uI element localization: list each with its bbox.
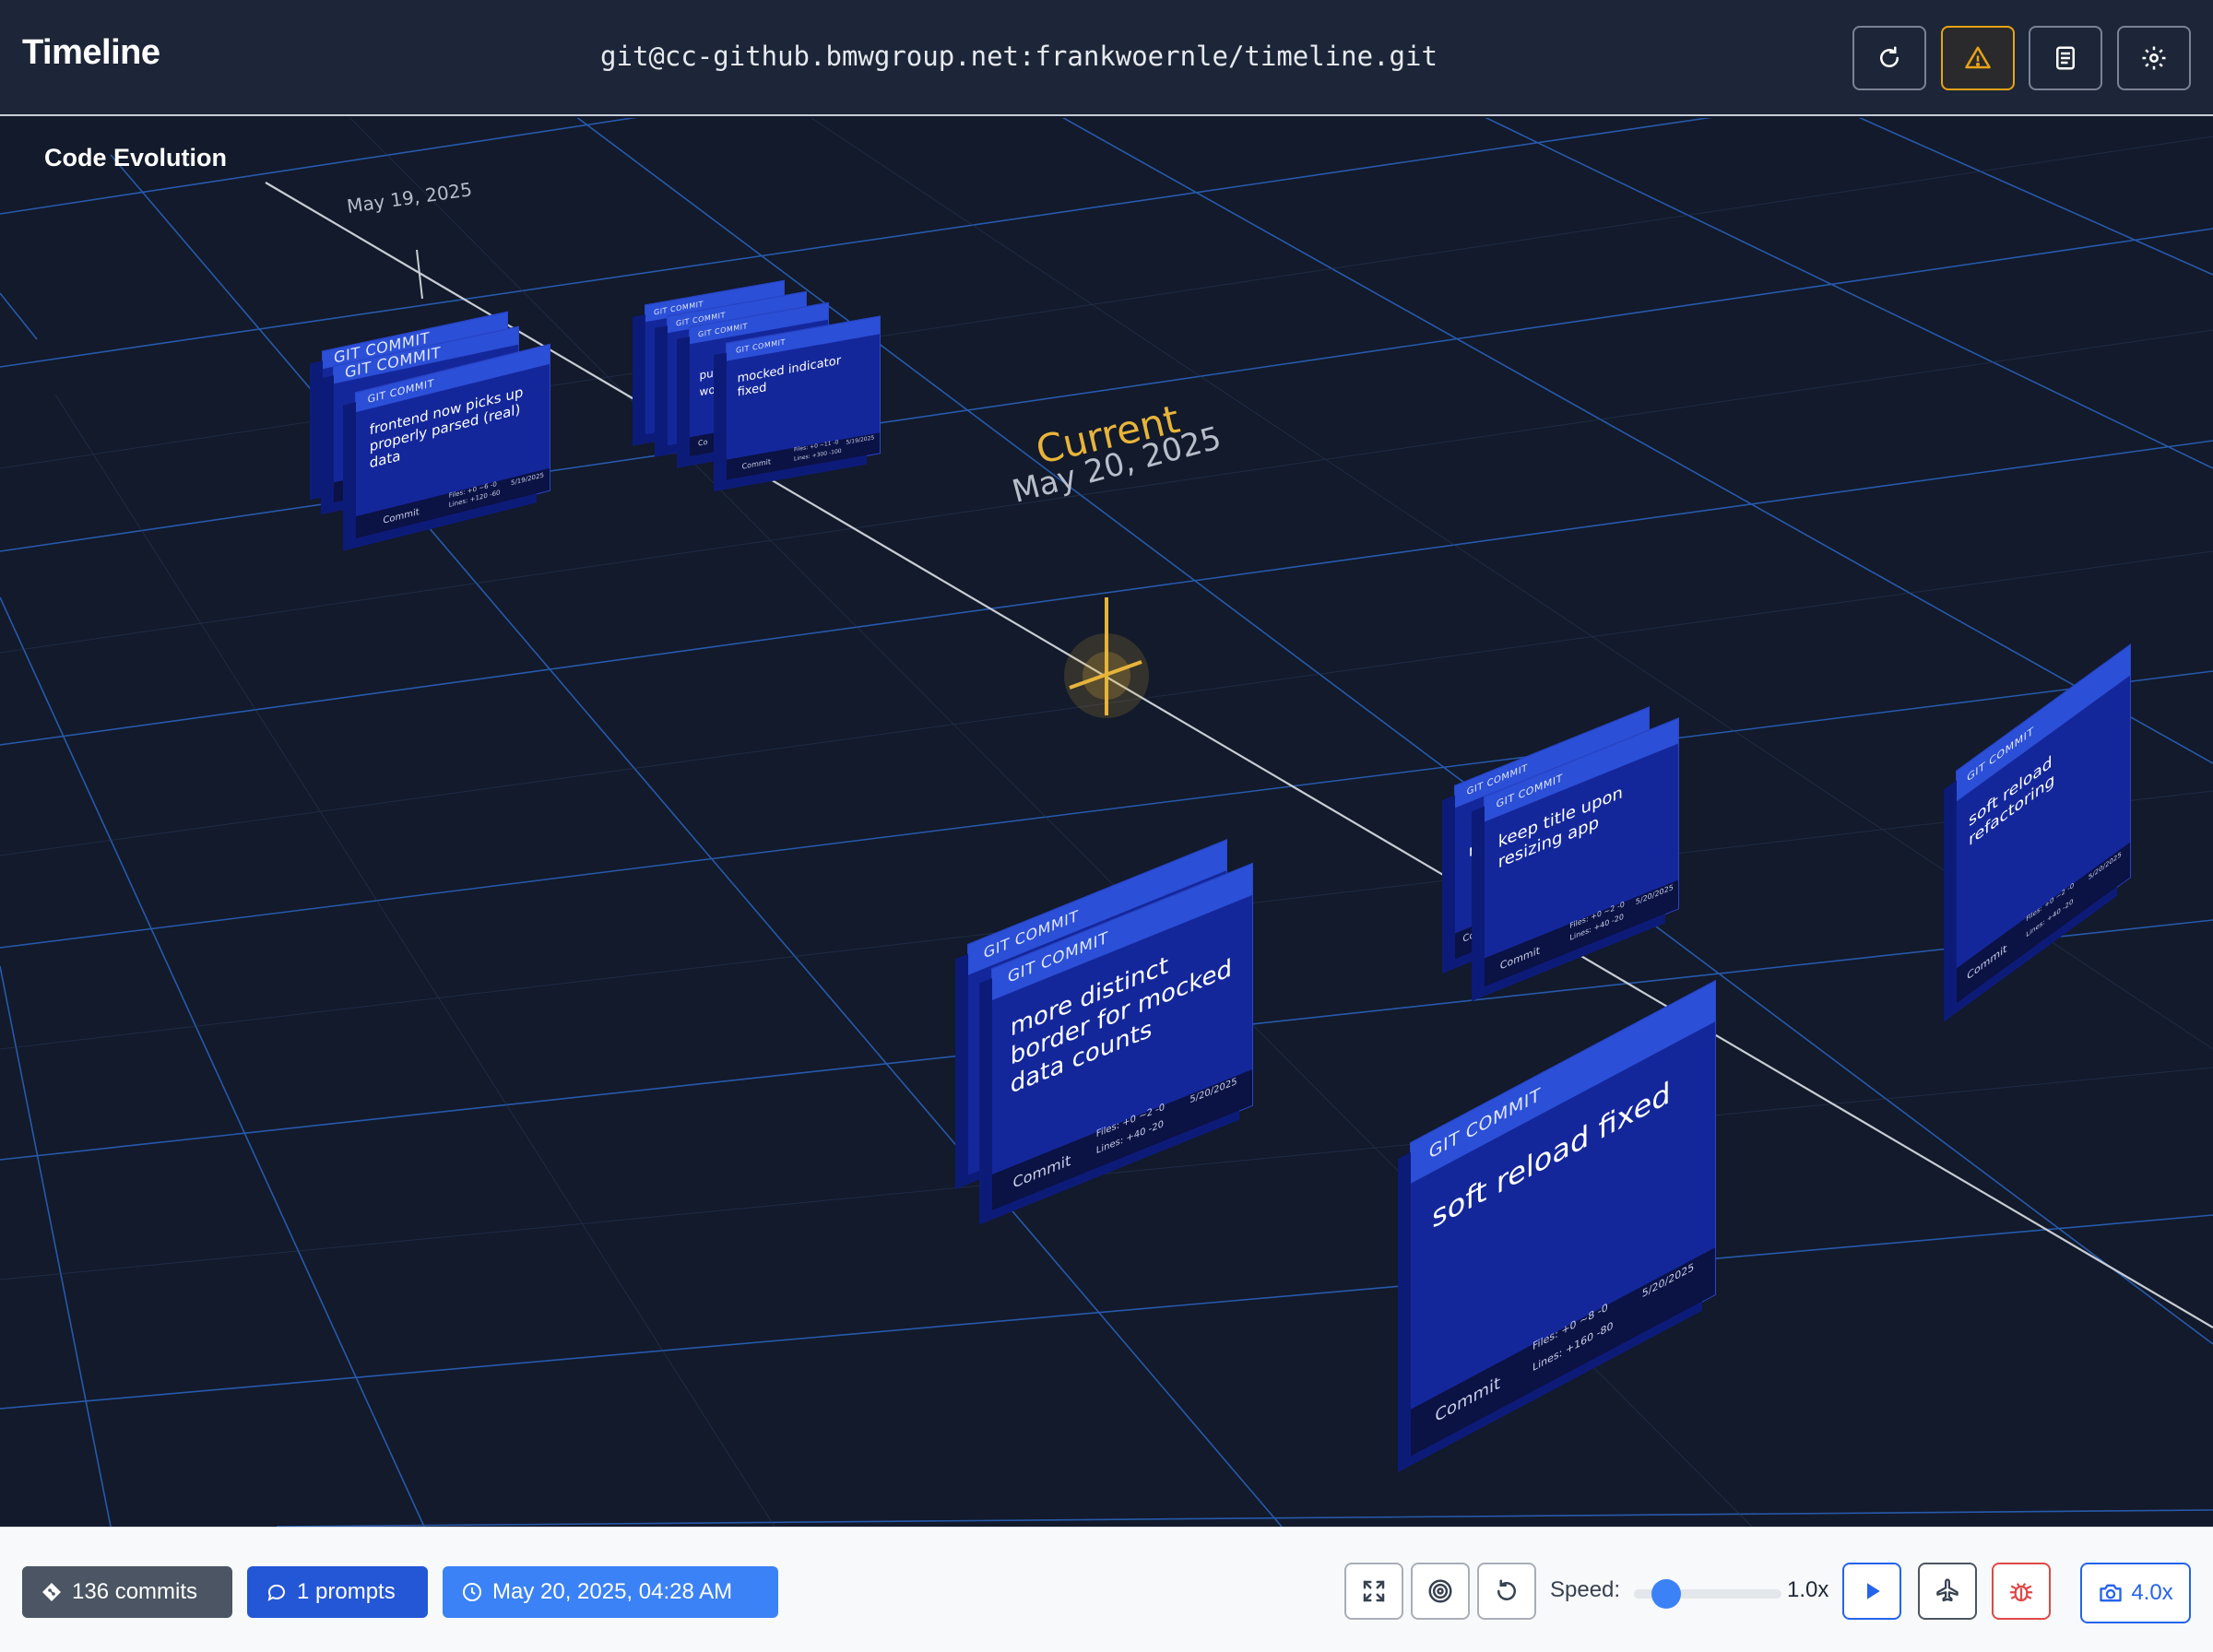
fit-view-button[interactable]: [1344, 1563, 1403, 1620]
camera-zoom-button[interactable]: 4.0x: [2080, 1563, 2191, 1623]
camera-icon: [2100, 1584, 2122, 1602]
target-icon: [1428, 1579, 1452, 1603]
speed-label: Speed:: [1550, 1577, 1621, 1602]
timeline-axis: [265, 182, 2213, 1328]
clock-icon: [463, 1583, 481, 1601]
document-icon: [2056, 46, 2075, 70]
git-diamond-icon: [42, 1583, 61, 1601]
commit-card-mocked-indicator[interactable]: GIT COMMIT mocked indicator fixed Commit…: [727, 316, 880, 480]
prompts-count-label: 1 prompts: [297, 1579, 396, 1604]
speed-slider-thumb[interactable]: [1651, 1579, 1681, 1609]
bug-icon: [2009, 1583, 2033, 1602]
commits-count-label: 136 commits: [72, 1579, 198, 1604]
code-evolution-viewport[interactable]: Code Evolution May 19, 2025 May 20, 2025…: [0, 118, 2213, 1527]
play-button[interactable]: [1842, 1563, 1901, 1620]
debug-button[interactable]: [1992, 1563, 2051, 1620]
refresh-icon: [1880, 46, 1899, 67]
app-root: Timeline git@cc-github.bmwgroup.net:fran…: [0, 0, 2213, 1652]
current-date-label: May 20, 2025, 04:28 AM: [492, 1579, 733, 1604]
chat-bubble-icon: [267, 1584, 285, 1601]
settings-gear-icon: [2142, 46, 2166, 70]
airplane-icon: [1936, 1578, 1959, 1602]
refresh-button[interactable]: [1852, 26, 1926, 90]
settings-button[interactable]: [2117, 26, 2191, 90]
speed-value: 1.0x: [1787, 1577, 1829, 1602]
camera-zoom-value: 4.0x: [2131, 1580, 2173, 1605]
scene-title: Code Evolution: [44, 144, 227, 171]
reset-icon: [1497, 1579, 1516, 1600]
current-date-badge[interactable]: May 20, 2025, 04:28 AM: [443, 1566, 778, 1618]
bottom-toolbar: 136 commits 1 prompts May 20, 2025, 04:2…: [0, 1527, 2213, 1652]
flight-mode-button[interactable]: [1918, 1563, 1977, 1620]
prompts-count-badge[interactable]: 1 prompts: [247, 1566, 428, 1618]
top-bar: Timeline git@cc-github.bmwgroup.net:fran…: [0, 0, 2213, 116]
warning-icon: [1965, 46, 1991, 69]
focus-target-button[interactable]: [1411, 1563, 1470, 1620]
reset-view-button[interactable]: [1477, 1563, 1536, 1620]
repository-url: git@cc-github.bmwgroup.net:frankwoernle/…: [600, 41, 1438, 72]
warnings-button[interactable]: [1941, 26, 2015, 90]
document-button[interactable]: [2029, 26, 2102, 90]
commits-count-badge[interactable]: 136 commits: [22, 1566, 232, 1618]
play-icon: [1867, 1583, 1880, 1599]
fit-view-icon: [1363, 1580, 1385, 1602]
grid-floor: [0, 118, 2213, 1527]
